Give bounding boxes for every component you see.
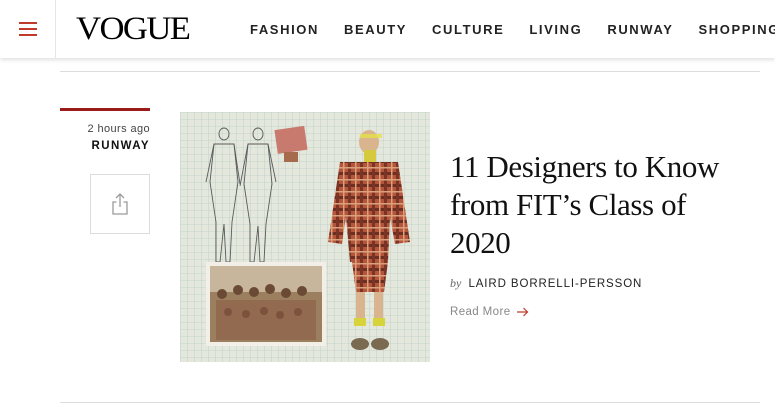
nav-item-living[interactable]: LIVING [529, 22, 582, 37]
share-button[interactable] [90, 174, 150, 234]
arrow-right-icon [516, 307, 528, 317]
vogue-logo[interactable]: VOGUE [76, 13, 191, 46]
article-headline[interactable]: 11 Designers to Know from FIT’s Class of… [450, 148, 750, 262]
read-more-link[interactable]: Read More [450, 306, 529, 318]
byline: by LAIRD BORRELLI-PERSSON [450, 276, 642, 291]
category-accent-bar [60, 108, 150, 111]
read-more-label: Read More [450, 306, 511, 318]
nav-item-shopping[interactable]: SHOPPING [699, 22, 775, 37]
category-link[interactable]: RUNWAY [60, 140, 150, 152]
divider-top [60, 71, 760, 72]
main-nav: FASHION BEAUTY CULTURE LIVING RUNWAY SHO… [250, 0, 775, 58]
hamburger-icon [18, 22, 37, 36]
nav-item-beauty[interactable]: BEAUTY [344, 22, 407, 37]
site-header: VOGUE FASHION BEAUTY CULTURE LIVING RUNW… [0, 0, 775, 58]
menu-button[interactable] [0, 0, 56, 58]
author-link[interactable]: LAIRD BORRELLI-PERSSON [468, 278, 642, 290]
nav-item-fashion[interactable]: FASHION [250, 22, 319, 37]
article-image[interactable] [180, 112, 430, 362]
divider-bottom [60, 402, 760, 403]
nav-item-culture[interactable]: CULTURE [432, 22, 504, 37]
byline-prefix: by [450, 276, 462, 290]
nav-item-runway[interactable]: RUNWAY [607, 22, 673, 37]
share-icon [112, 193, 128, 215]
publish-time: 2 hours ago [87, 123, 150, 135]
